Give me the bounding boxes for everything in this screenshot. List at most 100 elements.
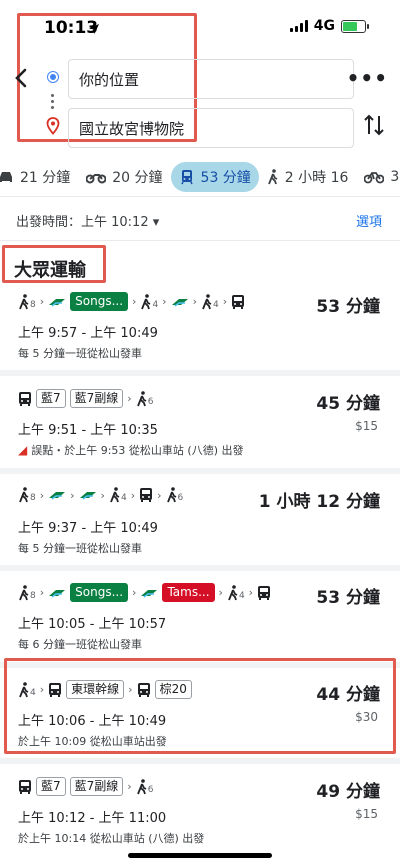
divider	[0, 196, 400, 197]
route-note: 於上午 10:09 從松山車站出發	[18, 733, 167, 749]
depart-time-selector[interactable]: 出發時間：上午 10:12 ▾	[16, 211, 159, 230]
line-chip: 藍7副線	[69, 389, 124, 408]
route-card[interactable]: 8 › Songs... › 4 › › 4 › 53 分鐘 上午 9:57 -…	[0, 292, 400, 364]
route-steps: 藍7 藍7副線 › 6	[18, 389, 153, 408]
walk-minutes: 4	[238, 590, 245, 601]
train-line-icon	[49, 298, 66, 307]
walk-step: 6	[136, 778, 153, 795]
route-card[interactable]: 8 › › › 4 › › 6 1 小時 12 分鐘 上午 9:37 - 上午 …	[0, 487, 400, 559]
chevron-right-icon: ›	[132, 586, 137, 599]
route-duration: 53 分鐘	[316, 588, 380, 608]
route-note-text: 於上午 10:14 從松山車站 (八德) 出發	[18, 832, 205, 845]
walk-step: 4	[227, 584, 245, 601]
chevron-right-icon: ›	[222, 295, 228, 308]
more-options-button[interactable]: •••	[347, 66, 388, 90]
section-title: 大眾運輸	[14, 260, 86, 281]
tab-drive[interactable]: 21 分鐘	[0, 162, 78, 192]
walk-minutes: 4	[120, 493, 127, 503]
car-icon	[0, 172, 12, 182]
route-note: ◢ 誤點・於上午 9:53 從松山車站 (八德) 出發	[18, 442, 244, 458]
origin-dot-icon	[48, 72, 58, 82]
route-card[interactable]: 藍7 藍7副線 › 6 45 分鐘 上午 9:51 - 上午 10:35 $15…	[0, 389, 400, 461]
walk-step: 8	[18, 487, 36, 503]
line-chip: Tams...	[162, 583, 215, 602]
options-link[interactable]: 選項	[356, 211, 382, 230]
route-times: 上午 10:06 - 上午 10:49	[18, 714, 167, 729]
transit-icon	[180, 170, 193, 185]
walk-minutes: 8	[30, 493, 36, 503]
walk-step: 6	[166, 487, 184, 503]
walk-step: 4	[201, 293, 219, 310]
network-label: 4G	[313, 18, 335, 34]
battery-icon	[341, 19, 369, 33]
route-fare: $15	[355, 807, 378, 821]
route-divider	[0, 468, 400, 474]
walk-minutes: 4	[30, 687, 36, 698]
motorcycle-icon	[86, 174, 107, 184]
route-card[interactable]: 8 › Songs... › Tams... › 4 › 53 分鐘 上午 10…	[0, 583, 400, 655]
chevron-right-icon: ›	[39, 586, 45, 599]
walk-icon	[136, 390, 147, 406]
route-divider	[0, 565, 400, 571]
walk-step: 4	[18, 681, 36, 698]
chevron-right-icon: ›	[39, 683, 45, 696]
walk-icon	[228, 584, 238, 600]
route-card[interactable]: 4 › 東環幹線 › 棕20 44 分鐘 上午 10:06 - 上午 10:49…	[0, 680, 400, 752]
bike-icon	[364, 172, 385, 184]
destination-field[interactable]: 國立故宮博物院	[68, 108, 354, 148]
walk-icon	[19, 681, 29, 697]
tab-motorcycle[interactable]: 20 分鐘	[78, 162, 170, 192]
back-arrow-icon	[15, 68, 27, 88]
chevron-right-icon: ›	[127, 392, 132, 405]
chevron-right-icon: ›	[132, 295, 137, 308]
route-card[interactable]: 藍7 藍7副線 › 6 49 分鐘 上午 10:12 - 上午 11:00 $1…	[0, 777, 400, 849]
divider	[0, 240, 400, 241]
train-line-icon	[49, 589, 66, 598]
walk-minutes: 6	[177, 493, 184, 503]
tab-transit[interactable]: 53 分鐘	[170, 162, 259, 192]
origin-field[interactable]: 你的位置	[68, 59, 354, 99]
train-line-icon	[171, 298, 188, 307]
line-chip: 東環幹線	[66, 680, 125, 699]
chevron-right-icon: ›	[128, 683, 133, 696]
chevron-right-icon: ›	[127, 780, 132, 793]
route-divider	[0, 370, 400, 376]
route-steps: 8 › › › 4 › › 6	[18, 487, 183, 503]
chevron-right-icon: ›	[39, 488, 45, 502]
route-times: 上午 10:05 - 上午 10:57	[18, 617, 167, 632]
train-line-icon	[141, 589, 158, 598]
walk-icon	[110, 487, 120, 503]
tab-walk[interactable]: 2 小時 16	[259, 162, 357, 192]
chevron-right-icon: ›	[130, 488, 136, 502]
walk-icon	[19, 584, 29, 600]
route-note-text: 每 5 分鐘一班從松山發車	[18, 347, 142, 360]
chevron-right-icon: ›	[162, 295, 167, 308]
route-note-text: 於上午 10:09 從松山車站出發	[18, 735, 167, 748]
walk-icon	[267, 169, 278, 185]
back-button[interactable]	[10, 64, 32, 92]
walk-step: 4	[140, 293, 158, 310]
route-duration: 45 分鐘	[316, 394, 380, 414]
walk-step: 8	[18, 293, 36, 310]
chevron-right-icon: ›	[70, 488, 75, 502]
walk-minutes: 8	[30, 590, 36, 601]
walk-step: 6	[136, 390, 153, 407]
route-times: 上午 10:12 - 上午 11:00	[18, 811, 167, 826]
delay-icon: ◢	[18, 443, 28, 457]
bus-icon	[19, 779, 31, 794]
walk-step: 8	[18, 584, 36, 601]
bus-icon	[258, 585, 271, 600]
bus-icon	[232, 294, 245, 309]
route-duration: 44 分鐘	[316, 685, 380, 705]
swap-button[interactable]	[362, 112, 386, 140]
signal-icon	[289, 20, 308, 32]
home-indicator	[128, 853, 272, 858]
walk-icon	[19, 293, 29, 309]
route-times: 上午 9:51 - 上午 10:35	[18, 423, 158, 438]
tab-transit-label: 53 分鐘	[200, 170, 251, 186]
chevron-right-icon: ›	[39, 295, 45, 308]
route-steps: 8 › Songs... › Tams... › 4 ›	[18, 583, 271, 602]
line-chip: Songs...	[70, 583, 129, 602]
walk-step: 4	[109, 487, 127, 503]
tab-bike[interactable]: 34	[356, 162, 400, 192]
